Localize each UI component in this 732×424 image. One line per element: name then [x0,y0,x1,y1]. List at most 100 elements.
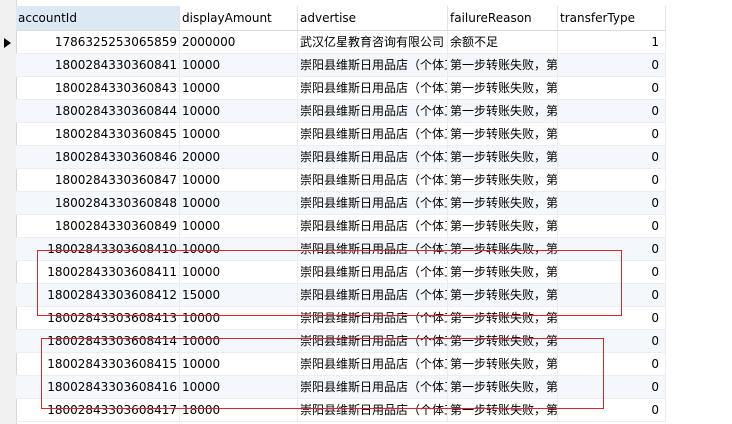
column-header-displayamount[interactable]: displayAmount [180,6,298,30]
cell-displayamount[interactable]: 2000000 [180,31,298,53]
cell-advertise[interactable]: 崇阳县维斯日用品店（个体工 [298,353,448,375]
cell-accountid[interactable]: 18002843303608413 [16,307,180,329]
cell-failurereason[interactable]: 第一步转账失败，第 [448,284,558,306]
table-row[interactable]: 1800284330360849 10000 崇阳县维斯日用品店（个体工 第一步转账失… [16,215,666,238]
cell-failurereason[interactable]: 余额不足 [448,31,558,53]
column-header-transfertype[interactable]: transferType [558,6,666,30]
table-row[interactable]: 1800284330360845 10000 崇阳县维斯日用品店（个体工 第一步转账失… [16,123,666,146]
row-selector-strip[interactable] [0,0,17,424]
table-row[interactable]: 18002843303608413 10000 崇阳县维斯日用品店（个体工 第一步转账… [16,307,666,330]
cell-transfertype[interactable]: 0 [558,192,666,214]
cell-accountid[interactable]: 1800284330360846 [16,146,180,168]
cell-transfertype[interactable]: 0 [558,146,666,168]
table-row[interactable]: 1800284330360844 10000 崇阳县维斯日用品店（个体工 第一步转账失… [16,100,666,123]
table-row[interactable]: 18002843303608414 10000 崇阳县维斯日用品店（个体工 第一步转账… [16,330,666,353]
cell-transfertype[interactable]: 0 [558,54,666,76]
cell-transfertype[interactable]: 0 [558,77,666,99]
cell-displayamount[interactable]: 10000 [180,215,298,237]
cell-accountid[interactable]: 18002843303608411 [16,261,180,283]
cell-accountid[interactable]: 1800284330360848 [16,192,180,214]
cell-advertise[interactable]: 崇阳县维斯日用品店（个体工 [298,215,448,237]
cell-advertise[interactable]: 崇阳县维斯日用品店（个体工 [298,284,448,306]
cell-accountid[interactable]: 18002843303608414 [16,330,180,352]
cell-advertise[interactable]: 崇阳县维斯日用品店（个体工 [298,100,448,122]
table-row[interactable]: 18002843303608410 10000 崇阳县维斯日用品店（个体工 第一步转账… [16,238,666,261]
cell-displayamount[interactable]: 10000 [180,353,298,375]
cell-failurereason[interactable]: 第一步转账失败，第 [448,123,558,145]
cell-accountid[interactable]: 1800284330360849 [16,215,180,237]
cell-accountid[interactable]: 1800284330360843 [16,77,180,99]
cell-advertise[interactable]: 崇阳县维斯日用品店（个体工 [298,376,448,398]
cell-accountid[interactable]: 18002843303608410 [16,238,180,260]
cell-failurereason[interactable]: 第一步转账失败，第 [448,192,558,214]
cell-failurereason[interactable]: 第一步转账失败，第 [448,77,558,99]
cell-accountid[interactable]: 18002843303608415 [16,353,180,375]
cell-accountid[interactable]: 18002843303608416 [16,376,180,398]
cell-transfertype[interactable]: 0 [558,376,666,398]
cell-transfertype[interactable]: 0 [558,238,666,260]
cell-displayamount[interactable]: 10000 [180,330,298,352]
table-row[interactable]: 1800284330360841 10000 崇阳县维斯日用品店（个体工 第一步转账失… [16,54,666,77]
cell-accountid[interactable]: 1800284330360841 [16,54,180,76]
cell-failurereason[interactable]: 第一步转账失败，第 [448,146,558,168]
column-header-accountid[interactable]: accountId [16,6,180,30]
cell-transfertype[interactable]: 0 [558,330,666,352]
cell-accountid[interactable]: 1800284330360844 [16,100,180,122]
cell-displayamount[interactable]: 15000 [180,284,298,306]
cell-accountid[interactable]: 1800284330360845 [16,123,180,145]
cell-displayamount[interactable]: 10000 [180,376,298,398]
cell-failurereason[interactable]: 第一步转账失败，第 [448,54,558,76]
cell-transfertype[interactable]: 0 [558,169,666,191]
cell-failurereason[interactable]: 第一步转账失败，第 [448,100,558,122]
cell-displayamount[interactable]: 10000 [180,238,298,260]
cell-failurereason[interactable]: 第一步转账失败，第 [448,215,558,237]
cell-transfertype[interactable]: 0 [558,307,666,329]
table-row[interactable]: 18002843303608417 18000 崇阳县维斯日用品店（个体工 第一步转账… [16,399,666,422]
cell-displayamount[interactable]: 10000 [180,261,298,283]
cell-advertise[interactable]: 崇阳县维斯日用品店（个体工 [298,307,448,329]
cell-accountid[interactable]: 18002843303608412 [16,284,180,306]
cell-advertise[interactable]: 崇阳县维斯日用品店（个体工 [298,330,448,352]
cell-accountid[interactable]: 1786325253065859 [16,31,180,53]
cell-transfertype[interactable]: 0 [558,100,666,122]
cell-transfertype[interactable]: 0 [558,215,666,237]
column-header-advertise[interactable]: advertise [298,6,448,30]
cell-accountid[interactable]: 1800284330360847 [16,169,180,191]
table-row[interactable]: 1786325253065859 2000000 武汉亿星教育咨询有限公司 余额不足 1 [16,31,666,54]
table-row[interactable]: 1800284330360843 10000 崇阳县维斯日用品店（个体工 第一步转账失… [16,77,666,100]
cell-advertise[interactable]: 崇阳县维斯日用品店（个体工 [298,192,448,214]
cell-advertise[interactable]: 崇阳县维斯日用品店（个体工 [298,54,448,76]
cell-advertise[interactable]: 崇阳县维斯日用品店（个体工 [298,399,448,421]
column-header-failurereason[interactable]: failureReason [448,6,558,30]
cell-transfertype[interactable]: 0 [558,353,666,375]
cell-displayamount[interactable]: 10000 [180,169,298,191]
cell-failurereason[interactable]: 第一步转账失败，第 [448,399,558,421]
cell-transfertype[interactable]: 0 [558,261,666,283]
cell-failurereason[interactable]: 第一步转账失败，第 [448,307,558,329]
cell-failurereason[interactable]: 第一步转账失败，第 [448,353,558,375]
cell-displayamount[interactable]: 10000 [180,123,298,145]
cell-failurereason[interactable]: 第一步转账失败，第 [448,330,558,352]
cell-advertise[interactable]: 崇阳县维斯日用品店（个体工 [298,123,448,145]
cell-displayamount[interactable]: 10000 [180,100,298,122]
cell-advertise[interactable]: 崇阳县维斯日用品店（个体工 [298,169,448,191]
table-row[interactable]: 18002843303608411 10000 崇阳县维斯日用品店（个体工 第一步转账… [16,261,666,284]
table-row[interactable]: 1800284330360848 10000 崇阳县维斯日用品店（个体工 第一步转账失… [16,192,666,215]
cell-displayamount[interactable]: 10000 [180,77,298,99]
cell-transfertype[interactable]: 0 [558,123,666,145]
cell-accountid[interactable]: 18002843303608417 [16,399,180,421]
cell-advertise[interactable]: 崇阳县维斯日用品店（个体工 [298,238,448,260]
cell-advertise[interactable]: 崇阳县维斯日用品店（个体工 [298,261,448,283]
cell-transfertype[interactable]: 0 [558,284,666,306]
table-row[interactable]: 18002843303608416 10000 崇阳县维斯日用品店（个体工 第一步转账… [16,376,666,399]
cell-transfertype[interactable]: 1 [558,31,666,53]
table-row[interactable]: 1800284330360846 20000 崇阳县维斯日用品店（个体工 第一步转账失… [16,146,666,169]
table-row[interactable]: 18002843303608412 15000 崇阳县维斯日用品店（个体工 第一步转账… [16,284,666,307]
cell-failurereason[interactable]: 第一步转账失败，第 [448,261,558,283]
cell-displayamount[interactable]: 18000 [180,399,298,421]
cell-failurereason[interactable]: 第一步转账失败，第 [448,376,558,398]
cell-displayamount[interactable]: 10000 [180,54,298,76]
cell-transfertype[interactable]: 0 [558,399,666,421]
cell-failurereason[interactable]: 第一步转账失败，第 [448,169,558,191]
table-row[interactable]: 1800284330360847 10000 崇阳县维斯日用品店（个体工 第一步转账失… [16,169,666,192]
